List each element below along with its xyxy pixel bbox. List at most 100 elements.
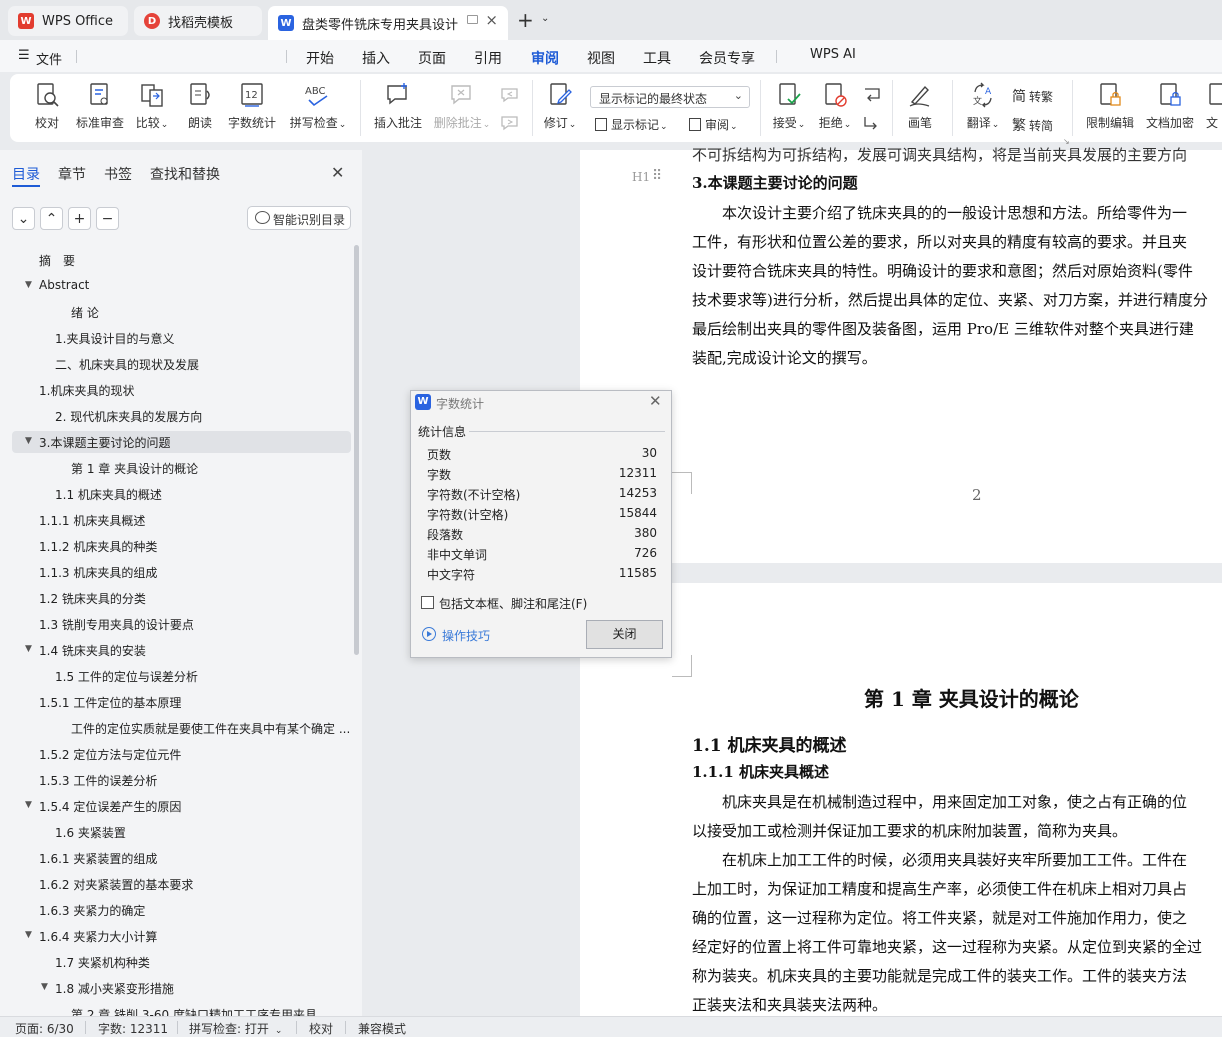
next-change-icon[interactable]: [862, 114, 882, 132]
toc-item[interactable]: 1.2 铣床夹具的分类: [12, 587, 351, 609]
next-comment-icon[interactable]: [500, 114, 520, 132]
expand-triangle-icon[interactable]: ▼: [25, 930, 32, 940]
menu-page[interactable]: 页面: [418, 48, 446, 68]
document-more-button[interactable]: 文: [1206, 82, 1222, 131]
translate-button[interactable]: 文A 翻译⌄: [964, 82, 1002, 131]
previous-change-icon[interactable]: [862, 86, 882, 104]
delete-comment-button[interactable]: 删除批注⌄: [432, 82, 492, 131]
file-menu[interactable]: 文件: [36, 49, 62, 68]
dialog-title-bar[interactable]: W 字数统计 ✕: [411, 391, 671, 415]
wps-ai-button[interactable]: WPS AI: [810, 47, 856, 62]
show-markup-button[interactable]: 显示标记⌄: [595, 116, 668, 133]
expand-triangle-icon[interactable]: ▼: [25, 800, 32, 810]
read-aloud-button[interactable]: 朗读: [186, 82, 214, 131]
toc-item[interactable]: 1.7 夹紧机构种类: [12, 951, 351, 973]
tab-find-replace[interactable]: 查找和替换: [150, 164, 220, 184]
tab-docer-templates[interactable]: D 找稻壳模板: [134, 6, 262, 36]
reject-button[interactable]: 拒绝⌄: [818, 82, 852, 131]
menu-tools[interactable]: 工具: [643, 48, 671, 68]
close-panel-icon[interactable]: ✕: [331, 163, 344, 182]
toc-item[interactable]: 1.5.2 定位方法与定位元件: [12, 743, 351, 765]
menu-review[interactable]: 审阅: [531, 48, 559, 68]
toc-item[interactable]: 3.本课题主要讨论的问题 ▼: [12, 431, 351, 453]
toc-item[interactable]: 1.1.1 机床夹具概述: [12, 509, 351, 531]
compare-button[interactable]: 比较⌄: [134, 82, 170, 131]
expand-triangle-icon[interactable]: ▼: [41, 982, 48, 992]
word-count-indicator[interactable]: 字数: 12311: [98, 1020, 168, 1037]
pen-button[interactable]: 画笔: [906, 82, 934, 131]
toc-item[interactable]: 1.6.3 夹紧力的确定: [12, 899, 351, 921]
toc-item[interactable]: 2. 现代机床夹具的发展方向: [12, 405, 351, 427]
page-indicator[interactable]: 页面: 6/30: [15, 1020, 74, 1037]
toc-item-label: 1.7 夹紧机构种类: [55, 956, 150, 970]
dialog-close-icon[interactable]: ✕: [649, 392, 662, 410]
tab-list-chevron-icon[interactable]: ⌄: [541, 13, 549, 24]
expand-triangle-icon[interactable]: ▼: [25, 644, 32, 654]
expand-triangle-icon[interactable]: ▼: [25, 436, 32, 446]
remove-heading-button[interactable]: −: [96, 207, 119, 230]
toc-item[interactable]: 1.4 铣床夹具的安装 ▼: [12, 639, 351, 661]
word-count-button[interactable]: 12 字数统计: [226, 82, 278, 131]
menu-start[interactable]: 开始: [306, 48, 334, 68]
toc-item[interactable]: 二、机床夹具的现状及发展: [12, 353, 351, 375]
group-label: 统计信息: [418, 425, 467, 439]
tab-toc[interactable]: 目录: [12, 164, 40, 184]
menu-member[interactable]: 会员专享: [699, 48, 755, 68]
toc-item[interactable]: 1.1.2 机床夹具的种类: [12, 535, 351, 557]
toc-item[interactable]: 绪 论: [12, 301, 351, 323]
smart-toc-button[interactable]: 智能识别目录: [247, 206, 351, 230]
hamburger-icon[interactable]: ☰: [18, 48, 30, 63]
toc-item[interactable]: 1.6.4 夹紧力大小计算 ▼: [12, 925, 351, 947]
toc-item[interactable]: 1.6.1 夹紧装置的组成: [12, 847, 351, 869]
toc-item[interactable]: 1.5.3 工件的误差分析: [12, 769, 351, 791]
toc-item[interactable]: 1.3 铣削专用夹具的设计要点: [12, 613, 351, 635]
collapse-all-button[interactable]: ⌄: [12, 207, 35, 230]
tab-sections[interactable]: 章节: [58, 164, 86, 184]
menu-reference[interactable]: 引用: [474, 48, 502, 68]
toc-item[interactable]: 1.6 夹紧装置: [12, 821, 351, 843]
toc-scrollbar[interactable]: [354, 245, 359, 655]
new-tab-icon[interactable]: +: [517, 8, 534, 32]
tab-bookmarks[interactable]: 书签: [104, 164, 132, 184]
to-simplified-button[interactable]: 繁转简: [1012, 115, 1053, 135]
add-heading-button[interactable]: +: [68, 207, 91, 230]
tips-link[interactable]: 操作技巧: [442, 627, 490, 644]
tab-wps-office[interactable]: W WPS Office: [8, 6, 128, 36]
toc-item[interactable]: 1.1.3 机床夹具的组成: [12, 561, 351, 583]
toc-item[interactable]: 1.1 机床夹具的概述: [12, 483, 351, 505]
menu-view[interactable]: 视图: [587, 48, 615, 68]
spell-check-button[interactable]: ABC 拼写检查⌄: [288, 82, 348, 131]
include-textbox-checkbox[interactable]: [421, 596, 434, 609]
markup-mode-select[interactable]: 显示标记的最终状态 ⌄: [590, 86, 750, 108]
restrict-edit-button[interactable]: 限制编辑: [1084, 82, 1136, 131]
close-button[interactable]: 关闭: [586, 620, 663, 649]
toc-item[interactable]: 1.5 工件的定位与误差分析: [12, 665, 351, 687]
to-traditional-button[interactable]: 简转繁: [1012, 86, 1053, 106]
review-pane-button[interactable]: 审阅⌄: [689, 116, 738, 133]
toc-item[interactable]: Abstract ▼: [12, 275, 351, 297]
toc-item[interactable]: 1.8 减小夹紧变形措施 ▼: [12, 977, 351, 999]
insert-comment-button[interactable]: 插入批注: [372, 82, 424, 131]
proofread-status[interactable]: 校对: [309, 1020, 333, 1037]
spell-check-indicator[interactable]: 拼写检查: 打开 ⌄: [189, 1020, 282, 1037]
toc-item[interactable]: 1.6.2 对夹紧装置的基本要求: [12, 873, 351, 895]
toc-item[interactable]: 第 1 章 夹具设计的概论: [12, 457, 351, 479]
menu-insert[interactable]: 插入: [362, 48, 390, 68]
toc-item[interactable]: 1.机床夹具的现状: [12, 379, 351, 401]
drag-handle-icon[interactable]: ⠿: [652, 168, 662, 184]
toc-item[interactable]: 1.夹具设计目的与意义: [12, 327, 351, 349]
encrypt-document-button[interactable]: 文档加密: [1144, 82, 1196, 131]
toc-item[interactable]: 工件的定位实质就是要使工件在夹具中有某个确定 ...: [12, 717, 351, 739]
standard-review-button[interactable]: 标准审查: [74, 82, 126, 131]
toc-item[interactable]: 1.5.4 定位误差产生的原因 ▼: [12, 795, 351, 817]
toc-item[interactable]: 1.5.1 工件定位的基本原理: [12, 691, 351, 713]
expand-up-button[interactable]: ⌃: [40, 207, 63, 230]
previous-comment-icon[interactable]: [500, 86, 520, 104]
tab-close-icon[interactable]: ×: [485, 11, 498, 29]
expand-triangle-icon[interactable]: ▼: [25, 280, 32, 290]
tab-current-document[interactable]: W 盘类零件铣床专用夹具设计 说 ×: [268, 6, 508, 40]
revise-button[interactable]: 修订⌄: [540, 82, 580, 131]
toc-item[interactable]: 摘 要: [12, 249, 351, 271]
accept-button[interactable]: 接受⌄: [772, 82, 806, 131]
proofread-button[interactable]: 校对: [32, 82, 62, 131]
